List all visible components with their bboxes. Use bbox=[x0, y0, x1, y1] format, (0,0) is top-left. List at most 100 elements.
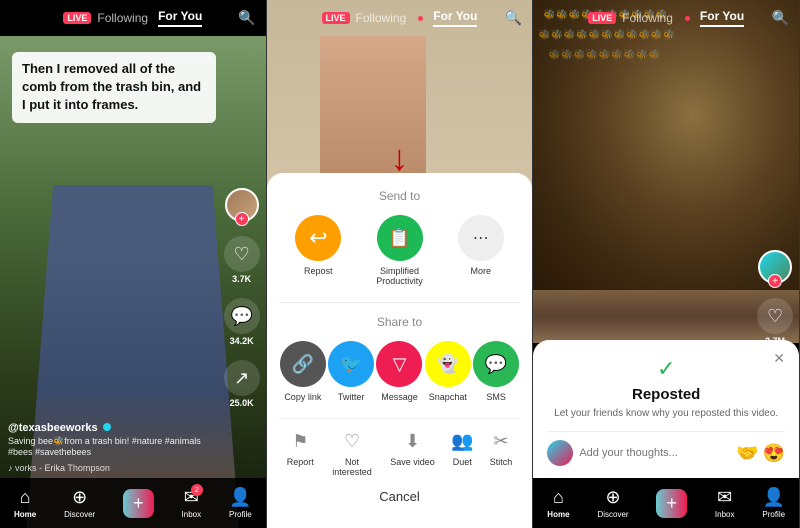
panel-2: LIVE Following For You 🔍 ↓ Send to ↩ Rep… bbox=[267, 0, 534, 528]
follow-plus-3[interactable]: + bbox=[768, 274, 782, 288]
bottom-actions-row: ⚑ Report ♡ Not interested ⬇ Save video 👥… bbox=[279, 431, 521, 477]
twitter-icon: 🐦 bbox=[328, 341, 374, 387]
top-bar-1: LIVE Following For You 🔍 bbox=[0, 0, 266, 36]
comment-icon-1: 💬 bbox=[224, 298, 260, 334]
inbox-label: Inbox bbox=[182, 510, 202, 519]
report-label: Report bbox=[287, 457, 314, 467]
nav-links-3: Following For You bbox=[622, 9, 744, 27]
inbox-badge-count: 2 bbox=[191, 484, 203, 496]
avatar-small-3 bbox=[547, 440, 573, 466]
live-badge-3: LIVE bbox=[588, 12, 616, 24]
following-link-1[interactable]: Following bbox=[97, 11, 148, 25]
share-count-1: 25.0K bbox=[230, 398, 254, 408]
home-icon: ⌂ bbox=[20, 487, 31, 508]
share-button-1[interactable]: ↗ 25.0K bbox=[224, 360, 260, 408]
for-you-link-1[interactable]: For You bbox=[158, 9, 202, 27]
username-1[interactable]: @texasbeeworks bbox=[8, 422, 211, 434]
comment-count-1: 34.2K bbox=[230, 336, 254, 346]
for-you-link-2[interactable]: For You bbox=[433, 9, 477, 27]
profile-icon: 👤 bbox=[229, 487, 251, 508]
caption-box: Then I removed all of the comb from the … bbox=[12, 52, 216, 123]
nav-profile[interactable]: 👤 Profile bbox=[229, 487, 252, 519]
stitch-button[interactable]: ✂ Stitch bbox=[490, 431, 513, 477]
thought-input-row: 🤝 😍 bbox=[547, 431, 785, 466]
sms-button[interactable]: 💬 SMS bbox=[473, 341, 519, 402]
verified-badge-1 bbox=[103, 423, 111, 431]
repost-description: Let your friends know why you reposted t… bbox=[547, 407, 785, 421]
discover-icon: ⊕ bbox=[72, 487, 87, 508]
comment-button-1[interactable]: 💬 34.2K bbox=[224, 298, 260, 346]
more-label: More bbox=[470, 266, 491, 276]
like-button-3[interactable]: ♡ 3.7M bbox=[757, 298, 793, 346]
like-count-1: 3.7K bbox=[232, 274, 251, 284]
share-to-row: 🔗 Copy link 🐦 Twitter ▽ Message 👻 bbox=[279, 341, 521, 402]
more-button[interactable]: ⋯ More bbox=[458, 215, 504, 286]
nav-home-3[interactable]: ⌂ Home bbox=[547, 487, 569, 519]
search-icon-2[interactable]: 🔍 bbox=[505, 10, 522, 27]
repost-icon: ↩ bbox=[295, 215, 341, 261]
discover-icon-3: ⊕ bbox=[605, 487, 620, 508]
emoji-row: 🤝 😍 bbox=[736, 443, 785, 464]
productivity-label: Simplified Productivity bbox=[375, 266, 425, 286]
avatar-1: + bbox=[225, 188, 259, 222]
share-divider-1 bbox=[279, 302, 521, 303]
duet-label: Duet bbox=[453, 457, 472, 467]
snapchat-button[interactable]: 👻 Snapchat bbox=[425, 341, 471, 402]
nav-dot-3 bbox=[685, 16, 690, 21]
save-video-button[interactable]: ⬇ Save video bbox=[390, 431, 435, 477]
not-interested-label: Not interested bbox=[330, 457, 374, 477]
avatar-action-3[interactable]: + bbox=[758, 250, 792, 284]
nav-add-3[interactable]: + bbox=[656, 489, 687, 518]
cancel-button[interactable]: Cancel bbox=[279, 481, 521, 512]
nav-profile-3[interactable]: 👤 Profile bbox=[762, 487, 785, 519]
inbox-label-3: Inbox bbox=[715, 510, 735, 519]
share-divider-2 bbox=[279, 418, 521, 419]
panel-1: LIVE Following For You 🔍 Then I removed … bbox=[0, 0, 267, 528]
for-you-link-3[interactable]: For You bbox=[700, 9, 744, 27]
nav-inbox-3[interactable]: ✉ Inbox bbox=[715, 487, 735, 519]
check-icon: ✓ bbox=[547, 356, 785, 382]
bottom-nav-3: ⌂ Home ⊕ Discover + ✉ Inbox 👤 Profile bbox=[533, 478, 799, 528]
follow-plus[interactable]: + bbox=[235, 212, 249, 226]
bottom-info-1: @texasbeeworks Saving bee🐝from a trash b… bbox=[8, 422, 211, 473]
heart-icon-1: ♡ bbox=[224, 236, 260, 272]
share-icon-1: ↗ bbox=[224, 360, 260, 396]
top-bar-3: LIVE Following For You 🔍 bbox=[533, 0, 799, 36]
not-interested-button[interactable]: ♡ Not interested bbox=[330, 431, 374, 477]
send-to-label: Send to bbox=[279, 189, 521, 203]
message-button[interactable]: ▽ Message bbox=[376, 341, 422, 402]
home-label: Home bbox=[14, 510, 36, 519]
thought-input-field[interactable] bbox=[579, 447, 730, 459]
duet-button[interactable]: 👥 Duet bbox=[451, 431, 473, 477]
copy-link-button[interactable]: 🔗 Copy link bbox=[280, 341, 326, 402]
search-icon-3[interactable]: 🔍 bbox=[772, 10, 789, 27]
avatar-action[interactable]: + bbox=[225, 188, 259, 222]
message-label: Message bbox=[381, 392, 418, 402]
profile-label-3: Profile bbox=[762, 510, 785, 519]
following-link-3[interactable]: Following bbox=[622, 11, 673, 25]
report-button[interactable]: ⚑ Report bbox=[287, 431, 314, 477]
discover-label-3: Discover bbox=[597, 510, 628, 519]
share-to-label: Share to bbox=[279, 315, 521, 329]
panel-3-bee-top: 🐝🐝🐝🐝🐝🐝🐝🐝🐝🐝 🐝🐝🐝🐝🐝🐝🐝🐝🐝🐝🐝 🐝🐝🐝🐝🐝🐝🐝🐝🐝 bbox=[533, 0, 799, 290]
repost-title: Reposted bbox=[547, 386, 785, 403]
search-icon-1[interactable]: 🔍 bbox=[238, 10, 255, 27]
like-button-1[interactable]: ♡ 3.7K bbox=[224, 236, 260, 284]
close-button[interactable]: ✕ bbox=[773, 350, 785, 367]
share-overlay: Send to ↩ Repost 📋 Simplified Productivi… bbox=[267, 173, 533, 528]
emoji-handshake[interactable]: 🤝 bbox=[736, 443, 758, 464]
nav-discover-3[interactable]: ⊕ Discover bbox=[597, 487, 628, 519]
repost-button[interactable]: ↩ Repost bbox=[295, 215, 341, 286]
panel-2-legs bbox=[320, 36, 426, 194]
nav-add[interactable]: + bbox=[123, 489, 154, 518]
snapchat-label: Snapchat bbox=[429, 392, 467, 402]
nav-discover[interactable]: ⊕ Discover bbox=[64, 487, 95, 519]
productivity-button[interactable]: 📋 Simplified Productivity bbox=[375, 215, 425, 286]
following-link-2[interactable]: Following bbox=[356, 11, 407, 25]
twitter-button[interactable]: 🐦 Twitter bbox=[328, 341, 374, 402]
save-video-label: Save video bbox=[390, 457, 435, 467]
nav-links-2: Following For You bbox=[356, 9, 478, 27]
emoji-heart-eyes[interactable]: 😍 bbox=[763, 443, 785, 464]
nav-inbox[interactable]: ✉ 2 Inbox bbox=[182, 487, 202, 519]
nav-home[interactable]: ⌂ Home bbox=[14, 487, 36, 519]
